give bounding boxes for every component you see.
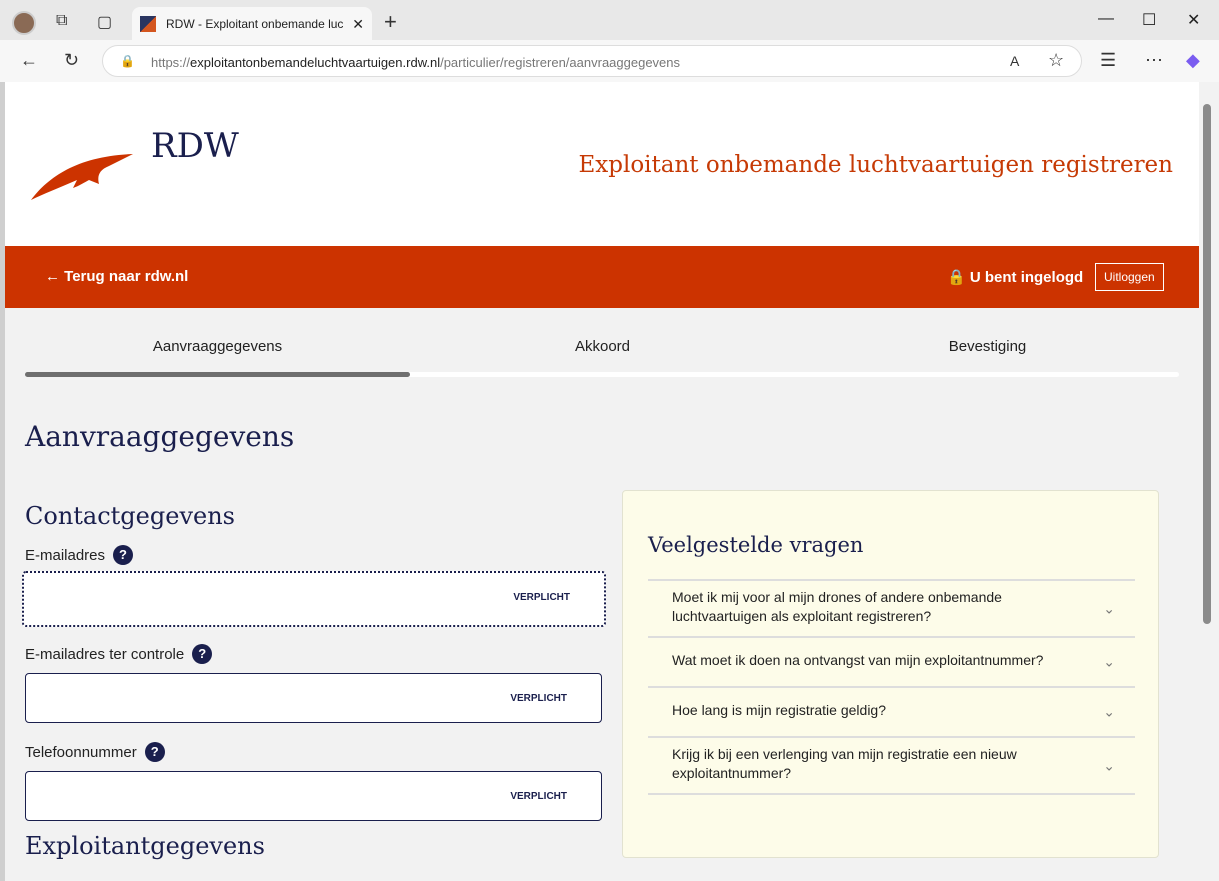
new-tab-icon[interactable]: +: [384, 9, 397, 35]
tab-title: RDW - Exploitant onbemande luc: [166, 17, 344, 31]
email-label: E-mailadres?: [25, 545, 134, 565]
phone-label: Telefoonnummer?: [25, 742, 165, 762]
logo-text[interactable]: RDW: [151, 126, 239, 166]
minimize-icon[interactable]: —: [1098, 10, 1114, 28]
lock-icon[interactable]: 🔒: [120, 54, 135, 68]
browser-tabbar: ⧉ ▢ RDW - Exploitant onbemande luc ✕ + —…: [0, 0, 1219, 41]
required-tag: VERPLICHT: [510, 791, 567, 802]
page-title: Aanvraaggegevens: [25, 420, 295, 453]
url-input[interactable]: https://exploitantonbemandeluchtvaartuig…: [102, 45, 1082, 77]
email-confirm-field[interactable]: VERPLICHT: [25, 673, 602, 723]
copilot-icon[interactable]: ◆: [1186, 50, 1200, 71]
step-aanvraaggegevens: Aanvraaggegevens: [152, 338, 283, 355]
email-confirm-label: E-mailadres ter controle?: [25, 644, 213, 664]
logout-button[interactable]: Uitloggen: [1095, 263, 1164, 291]
login-status: 🔒 U bent ingelogd: [947, 269, 1084, 286]
maximize-icon[interactable]: ☐: [1142, 10, 1156, 30]
section-contactgegevens: Contactgegevens: [25, 502, 235, 530]
close-window-icon[interactable]: ✕: [1187, 10, 1200, 30]
required-tag: VERPLICHT: [510, 693, 567, 704]
back-to-rdw-link[interactable]: ← Terug naar rdw.nl: [45, 268, 188, 285]
faq-item[interactable]: Krijg ik bij een verlenging van mijn reg…: [648, 738, 1135, 795]
read-aloud-icon[interactable]: A: [1010, 53, 1019, 69]
profile-avatar[interactable]: [12, 11, 36, 35]
close-tab-icon[interactable]: ✕: [352, 16, 364, 33]
favorites-icon[interactable]: ☰: [1100, 50, 1116, 71]
progress-fill: [25, 372, 410, 377]
step-bevestiging: Bevestiging: [948, 338, 1027, 355]
section-exploitantgegevens: Exploitantgegevens: [25, 832, 265, 860]
help-icon[interactable]: ?: [113, 545, 134, 565]
faq-title: Veelgestelde vragen: [648, 533, 864, 557]
web-page: RDW Exploitant onbemande luchtvaartuigen…: [5, 82, 1199, 881]
required-tag: VERPLICHT: [513, 592, 570, 603]
faq-item[interactable]: Moet ik mij voor al mijn drones of ander…: [648, 581, 1135, 638]
faq-item[interactable]: Wat moet ik doen na ontvangst van mijn e…: [648, 638, 1135, 688]
chevron-down-icon: ⌄: [1103, 653, 1115, 670]
phone-field[interactable]: VERPLICHT: [25, 771, 602, 821]
more-icon[interactable]: ⋯: [1145, 50, 1163, 71]
browser-tab[interactable]: RDW - Exploitant onbemande luc ✕: [132, 7, 372, 41]
faq-panel: Veelgestelde vragen Moet ik mij voor al …: [622, 490, 1159, 858]
favorite-star-icon[interactable]: ☆: [1048, 50, 1064, 71]
lock-icon: 🔒: [947, 269, 966, 286]
faq-list: Moet ik mij voor al mijn drones of ander…: [648, 579, 1135, 795]
step-akkoord: Akkoord: [574, 338, 631, 355]
rdw-logo-icon: [31, 154, 133, 200]
faq-item[interactable]: Hoe lang is mijn registratie geldig? ⌄: [648, 688, 1135, 738]
chevron-down-icon: ⌄: [1103, 703, 1115, 720]
tab-actions-icon[interactable]: ▢: [97, 12, 112, 32]
email-field[interactable]: VERPLICHT: [22, 571, 606, 627]
rdw-favicon-icon: [140, 16, 156, 32]
site-header: RDW Exploitant onbemande luchtvaartuigen…: [5, 82, 1199, 246]
chevron-down-icon: ⌄: [1103, 757, 1115, 773]
top-nav-bar: ← Terug naar rdw.nl 🔒 U bent ingelogd Ui…: [5, 246, 1199, 308]
help-icon[interactable]: ?: [144, 742, 165, 762]
address-bar: ← ↻ https://exploitantonbemandeluchtvaar…: [0, 40, 1219, 82]
scrollbar-thumb[interactable]: [1203, 104, 1211, 624]
back-icon[interactable]: ←: [20, 50, 38, 71]
refresh-icon[interactable]: ↻: [64, 50, 79, 71]
scrollbar[interactable]: [1199, 82, 1219, 881]
help-icon[interactable]: ?: [192, 644, 213, 664]
site-title: Exploitant onbemande luchtvaartuigen reg…: [578, 152, 1174, 178]
chevron-down-icon: ⌄: [1103, 600, 1115, 616]
workspaces-icon[interactable]: ⧉: [56, 12, 67, 30]
